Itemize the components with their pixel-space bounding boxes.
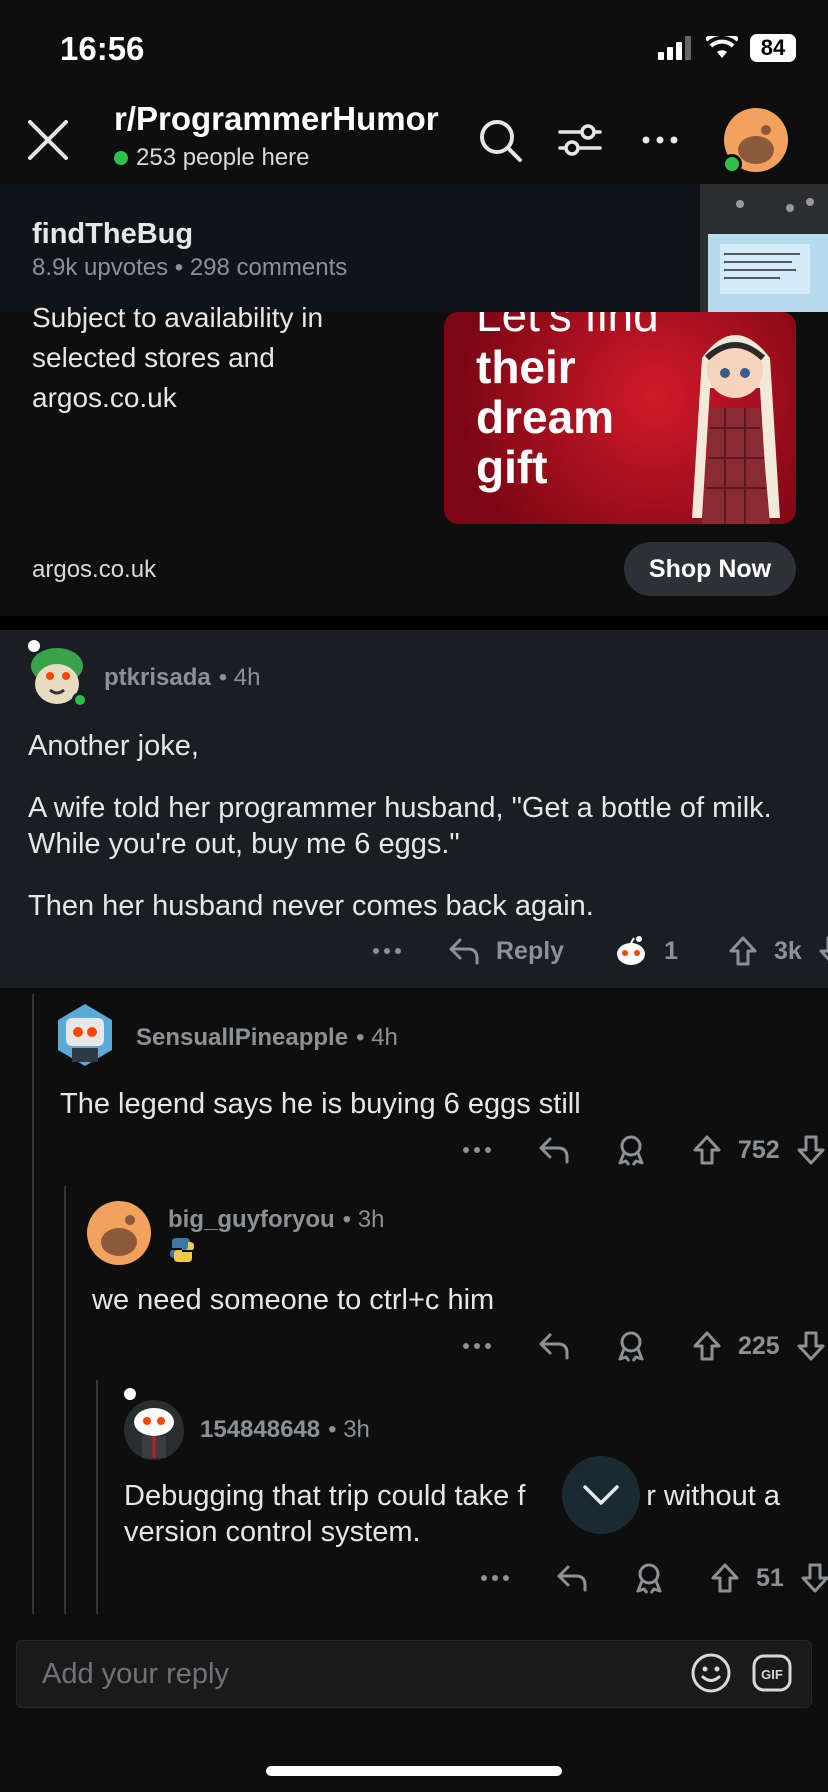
comment-time: • 3h — [328, 1416, 370, 1443]
doll-figure-icon — [692, 335, 780, 524]
comment-paragraph: Another joke, — [28, 730, 199, 762]
154848648-avatar[interactable] — [118, 1386, 186, 1462]
comment-username[interactable]: 154848648 — [200, 1416, 320, 1444]
vote-count: 51 — [756, 1563, 784, 1592]
sensuallpineapple-avatar[interactable] — [52, 1000, 118, 1070]
comment-header: ptkrisada • 4h — [104, 664, 260, 692]
big-guyforyou-avatar[interactable] — [86, 1200, 152, 1266]
post-thumbnail[interactable] — [700, 184, 828, 312]
comment-header: SensuallPineapple • 4h — [136, 1024, 398, 1052]
section-divider — [0, 616, 828, 630]
comment-actions: 752 — [462, 1134, 826, 1166]
upvote-icon[interactable] — [728, 935, 758, 967]
vote-count: 3k — [774, 936, 802, 965]
shop-now-button[interactable]: Shop Now — [624, 542, 796, 596]
comment-body: The legend says he is buying 6 eggs stil… — [60, 1088, 581, 1120]
reply-icon[interactable] — [538, 1135, 570, 1165]
upvote-icon[interactable] — [692, 1134, 722, 1166]
ad-body: Subject to availability in selected stor… — [32, 298, 412, 418]
comment-line: Debugging that trip could take f — [124, 1480, 526, 1512]
avatar-online-dot — [722, 154, 742, 174]
reply-icon[interactable] — [448, 936, 480, 966]
thread-line[interactable] — [96, 1380, 98, 1614]
search-icon[interactable] — [476, 116, 524, 164]
comment-line: version control system. — [124, 1516, 421, 1548]
comment-header: 154848648 • 3h — [200, 1416, 370, 1444]
user-online-dot — [72, 692, 88, 708]
vote-count: 752 — [738, 1135, 780, 1164]
comment-body: we need someone to ctrl+c him — [92, 1284, 495, 1316]
comment-username[interactable]: SensuallPineapple — [136, 1024, 348, 1052]
comment-body: Another joke, A wife told her programmer… — [28, 728, 798, 924]
more-options-icon[interactable] — [372, 946, 402, 956]
downvote-icon[interactable] — [796, 1330, 826, 1362]
comment-actions: 225 — [462, 1330, 826, 1362]
scroll-down-button[interactable] — [562, 1456, 640, 1534]
upvote-icon[interactable] — [710, 1562, 740, 1594]
comment-actions: Reply 1 3k — [372, 934, 828, 968]
comment-line: r without a — [646, 1480, 780, 1512]
comment-time: • 4h — [218, 664, 261, 691]
comment-paragraph: Then her husband never comes back again. — [28, 890, 594, 922]
filter-icon[interactable] — [556, 116, 604, 164]
wifi-icon — [706, 36, 738, 58]
gif-icon[interactable]: GIF — [752, 1654, 792, 1692]
downvote-icon[interactable] — [800, 1562, 828, 1594]
comment-time: • 4h — [356, 1024, 398, 1051]
svg-text:GIF: GIF — [761, 1667, 783, 1682]
ad-body-line: Subject to availability in — [32, 302, 324, 333]
downvote-icon[interactable] — [796, 1134, 826, 1166]
ad-image-text: dream — [476, 391, 615, 443]
award-snoo-icon[interactable] — [614, 934, 648, 968]
upvote-icon[interactable] — [692, 1330, 722, 1362]
more-icon[interactable] — [636, 116, 684, 164]
ad-body-line: argos.co.uk — [32, 382, 177, 413]
comment-header: big_guyforyou • 3h — [168, 1206, 384, 1234]
comment-actions: 51 — [480, 1562, 828, 1594]
vote-count: 225 — [738, 1331, 780, 1360]
reply-placeholder: Add your reply — [42, 1658, 229, 1690]
ad-image-text: Let's find — [476, 312, 659, 341]
emoji-icon[interactable] — [690, 1652, 732, 1694]
ad-image-text: their — [476, 341, 576, 393]
home-indicator — [266, 1766, 562, 1776]
comment-time: • 3h — [342, 1206, 385, 1233]
comment-body: Debugging that trip could take f r witho… — [124, 1478, 804, 1550]
post-meta: 8.9k upvotes • 298 comments — [32, 254, 348, 281]
ad-image[interactable]: Let's find their dream gift — [444, 312, 796, 524]
ad-domain[interactable]: argos.co.uk — [32, 556, 156, 584]
downvote-icon[interactable] — [818, 935, 828, 967]
reply-icon[interactable] — [538, 1331, 570, 1361]
more-options-icon[interactable] — [462, 1145, 492, 1155]
online-dot — [114, 151, 128, 165]
comment-username[interactable]: big_guyforyou — [168, 1206, 335, 1234]
online-count: 253 people here — [114, 144, 309, 172]
ad-image-text: gift — [476, 441, 548, 493]
award-icon[interactable] — [616, 1330, 646, 1362]
reply-icon[interactable] — [556, 1563, 588, 1593]
ad-body-line: selected stores and — [32, 342, 275, 373]
more-options-icon[interactable] — [462, 1341, 492, 1351]
more-options-icon[interactable] — [480, 1573, 510, 1583]
status-time: 16:56 — [60, 30, 145, 67]
award-icon[interactable] — [616, 1134, 646, 1166]
thread-line[interactable] — [32, 994, 34, 1614]
comment-username[interactable]: ptkrisada — [104, 664, 211, 692]
close-icon[interactable] — [24, 116, 72, 164]
chevron-down-icon — [583, 1485, 619, 1505]
thread-line[interactable] — [64, 1186, 66, 1614]
online-label: 253 people here — [136, 144, 310, 171]
award-count: 1 — [664, 936, 678, 965]
subreddit-title[interactable]: r/ProgrammerHumor — [114, 100, 439, 138]
signal-icon — [658, 36, 691, 60]
python-flair-icon — [170, 1238, 194, 1262]
award-icon[interactable] — [634, 1562, 664, 1594]
status-icons: 84 — [658, 34, 796, 62]
reply-label[interactable]: Reply — [496, 937, 564, 966]
battery-icon: 84 — [750, 34, 796, 62]
comment-paragraph: A wife told her programmer husband, "Get… — [28, 792, 772, 860]
post-title[interactable]: findTheBug — [32, 218, 193, 251]
